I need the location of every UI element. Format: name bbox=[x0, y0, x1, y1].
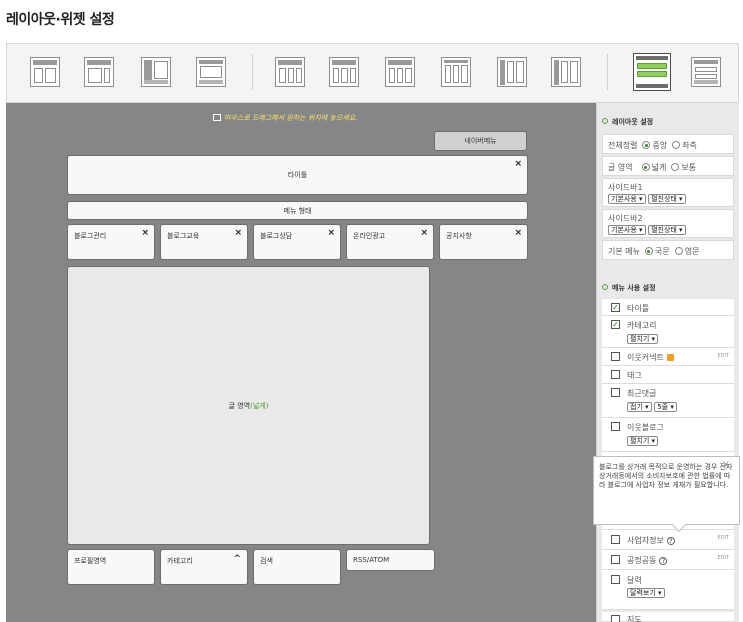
calendar-checkbox[interactable] bbox=[611, 575, 620, 584]
menu-item-category: ✓ 카테고리 펼치기 bbox=[602, 316, 734, 348]
menu-settings-title: 메뉴 사용 설정 bbox=[602, 283, 656, 293]
layout-option-7[interactable] bbox=[385, 57, 415, 87]
layout-option-1[interactable] bbox=[30, 57, 60, 87]
edit-link[interactable]: EDIT bbox=[717, 353, 729, 359]
sidebar2-state-select[interactable]: 펼친상태 bbox=[648, 225, 686, 235]
layout-picker bbox=[6, 43, 739, 103]
help-icon[interactable]: ? bbox=[666, 537, 675, 545]
bullet-icon bbox=[602, 118, 608, 124]
category-checkbox[interactable]: ✓ bbox=[611, 320, 620, 329]
close-icon[interactable]: ✕ bbox=[722, 461, 730, 471]
layout-option-11-selected[interactable] bbox=[633, 53, 671, 91]
collapse-icon[interactable]: ^ bbox=[233, 554, 241, 564]
sidebar1-row: 사이드바1기본사용 펼친상태 bbox=[602, 178, 734, 207]
tag-checkbox[interactable] bbox=[611, 370, 620, 379]
close-icon[interactable]: × bbox=[234, 228, 242, 238]
menu-korean-radio[interactable] bbox=[644, 247, 653, 255]
menu-item-biz-info: 사업자정보? EDIT bbox=[602, 530, 734, 550]
close-icon[interactable]: × bbox=[514, 228, 522, 238]
drag-hint: 마우스로 드래그해서 원하는 위치에 놓으세요. bbox=[213, 113, 358, 123]
naver-menu-widget[interactable]: 네이버메뉴 bbox=[434, 131, 527, 151]
layout-option-3[interactable] bbox=[141, 57, 171, 87]
layout-option-5[interactable] bbox=[275, 57, 305, 87]
bullet-icon bbox=[602, 284, 608, 290]
layout-option-2[interactable] bbox=[84, 57, 114, 87]
menu-item-neighbor-connect: 이웃커넥트 EDIT bbox=[602, 348, 734, 366]
sidebar1-use-select[interactable]: 기본사용 bbox=[608, 194, 646, 204]
menu-item-neighbor-blog: 이웃블로그 펼치기 bbox=[602, 418, 734, 452]
biz-info-checkbox[interactable] bbox=[611, 535, 620, 544]
menu-item-title: ✓ 타이틀 bbox=[602, 299, 734, 316]
recent-lines-select[interactable]: 5줄 bbox=[654, 402, 677, 412]
sidebar2-row: 사이드바2기본사용 펼친상태 bbox=[602, 209, 734, 238]
search-widget[interactable]: 검색 bbox=[253, 549, 341, 585]
layout-option-10[interactable] bbox=[551, 57, 581, 87]
neighbor-blog-select[interactable]: 펼치기 bbox=[627, 436, 659, 446]
menu-lang-row: 기본 메뉴 국문 영문 bbox=[602, 240, 734, 260]
close-icon[interactable]: × bbox=[141, 228, 149, 238]
cursor-icon bbox=[213, 114, 221, 121]
area-normal-radio[interactable] bbox=[671, 163, 680, 171]
close-icon[interactable]: × bbox=[420, 228, 428, 238]
layout-option-8[interactable] bbox=[441, 57, 471, 87]
area-row: 글 영역 넓게 보통 bbox=[602, 156, 734, 176]
align-row: 전체정렬 중앙 좌측 bbox=[602, 134, 734, 154]
settings-panel: 레이아웃 설정 전체정렬중앙좌측 글 영역넓게보통 사이드바1기본사용 펼친상태… bbox=[596, 103, 739, 622]
title-widget[interactable]: 타이틀 × bbox=[67, 155, 528, 195]
menu-item-tag: 태그 bbox=[602, 366, 734, 384]
rss-icon bbox=[666, 354, 674, 361]
help-icon[interactable]: ? bbox=[659, 557, 668, 565]
sidebar1-state-select[interactable]: 펼친상태 bbox=[648, 194, 686, 204]
content-area-widget[interactable]: 글 영역 (넓게) bbox=[67, 266, 430, 545]
tab-widget-5[interactable]: 공지사항 × bbox=[439, 224, 528, 260]
map-checkbox[interactable] bbox=[611, 615, 620, 622]
tab-widget-1[interactable]: 블로그관리 × bbox=[67, 224, 155, 260]
neighbor-blog-checkbox[interactable] bbox=[611, 422, 620, 431]
menu-item-calendar: 달력 달력보기 bbox=[602, 570, 734, 610]
calendar-select[interactable]: 달력보기 bbox=[627, 588, 665, 598]
rss-widget[interactable]: RSS/ATOM bbox=[346, 549, 435, 571]
edit-link[interactable]: EDIT bbox=[717, 535, 729, 541]
align-center-radio[interactable] bbox=[642, 141, 651, 149]
menu-item-joint: 공정공동? EDIT bbox=[602, 550, 734, 570]
tab-widget-4[interactable]: 온라인광고 × bbox=[346, 224, 434, 260]
title-checkbox[interactable]: ✓ bbox=[611, 303, 620, 312]
menu-english-radio[interactable] bbox=[674, 247, 683, 255]
category-widget[interactable]: 카테고리 ^ bbox=[160, 549, 248, 585]
neighbor-connect-checkbox[interactable] bbox=[611, 352, 620, 361]
tab-widget-3[interactable]: 블로그상담 × bbox=[253, 224, 341, 260]
recent-fold-select[interactable]: 접기 bbox=[627, 402, 652, 412]
align-left-radio[interactable] bbox=[672, 141, 681, 149]
layout-option-9[interactable] bbox=[497, 57, 527, 87]
profile-widget[interactable]: 프로필영역 bbox=[67, 549, 155, 585]
layout-option-6[interactable] bbox=[329, 57, 359, 87]
area-wide-radio[interactable] bbox=[641, 163, 650, 171]
menu-bar-widget[interactable]: 메뉴 형태 bbox=[67, 201, 528, 220]
joint-checkbox[interactable] bbox=[611, 555, 620, 564]
layout-option-12[interactable] bbox=[691, 57, 721, 87]
sidebar2-use-select[interactable]: 기본사용 bbox=[608, 225, 646, 235]
close-icon[interactable]: × bbox=[327, 228, 335, 238]
biz-info-tooltip: 블로그를 상거래 목적으로 운영하는 경우 전자상거래등에서의 소비자보호에 관… bbox=[593, 456, 740, 533]
layout-settings-title: 레이아웃 설정 bbox=[602, 117, 653, 127]
tab-widget-2[interactable]: 블로그교육 × bbox=[160, 224, 248, 260]
layout-option-4[interactable] bbox=[196, 57, 226, 87]
layout-canvas: 마우스로 드래그해서 원하는 위치에 놓으세요. 네이버메뉴 타이틀 × 메뉴 형… bbox=[6, 103, 596, 622]
recent-comment-checkbox[interactable] bbox=[611, 388, 620, 397]
category-select[interactable]: 펼치기 bbox=[627, 334, 659, 344]
edit-link[interactable]: EDIT bbox=[717, 555, 729, 561]
close-icon[interactable]: × bbox=[514, 159, 522, 169]
menu-item-recent-comment: 최근댓글접기 5줄 bbox=[602, 384, 734, 418]
page-title: 레이아웃·위젯 설정 bbox=[6, 12, 115, 28]
menu-item-map: 지도 bbox=[602, 612, 734, 622]
